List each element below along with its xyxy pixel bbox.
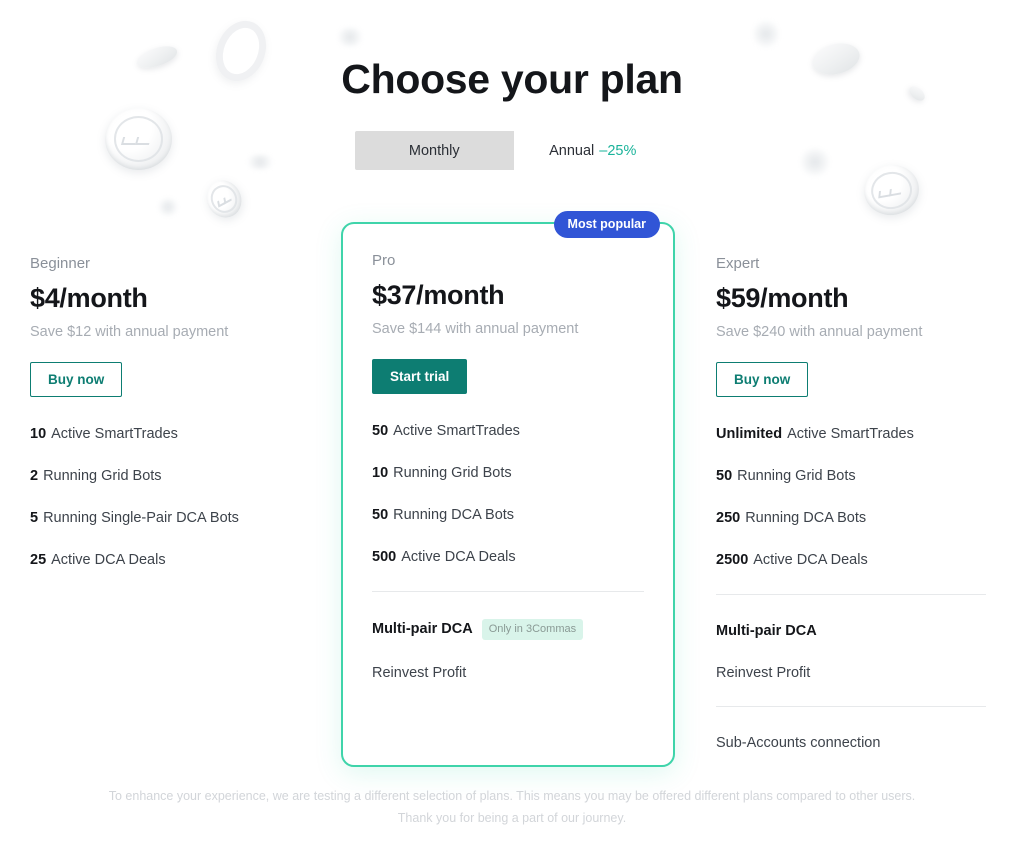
plan-savings-text: Save $240 with annual payment bbox=[716, 324, 923, 340]
page-title: Choose your plan bbox=[341, 56, 683, 102]
plan-name: Beginner bbox=[30, 255, 91, 272]
feature-label: Active DCA Deals bbox=[753, 552, 868, 569]
footer-line-1: To enhance your experience, we are testi… bbox=[108, 789, 916, 803]
feature-group-divider bbox=[716, 705, 986, 707]
plan-name: Pro bbox=[372, 252, 396, 269]
feature-item: 2500 Active DCA Deals bbox=[716, 551, 986, 569]
annual-discount-label: –25% bbox=[599, 142, 637, 159]
plan-savings-text: Save $144 with annual payment bbox=[372, 321, 579, 337]
feature-quantity: 2500 bbox=[716, 552, 749, 569]
feature-quantity: 10 bbox=[30, 426, 47, 442]
feature-quantity: 10 bbox=[372, 465, 389, 482]
plan-card-pro: Most popular Pro $37/month Save $144 wit… bbox=[341, 211, 675, 767]
feature-label: Reinvest Profit bbox=[716, 664, 811, 681]
feature-label: Active SmartTrades bbox=[51, 426, 178, 442]
feature-quantity: 2 bbox=[30, 468, 39, 485]
start-trial-button[interactable]: Start trial bbox=[372, 359, 468, 394]
feature-quantity: 50 bbox=[372, 507, 389, 524]
feature-label: Running Grid Bots bbox=[43, 468, 162, 485]
feature-item: 50 Running Grid Bots bbox=[716, 467, 986, 485]
feature-list: 50 Active SmartTrades 10 Running Grid Bo… bbox=[372, 422, 644, 682]
feature-item: Multi-pair DCA bbox=[716, 622, 986, 640]
toggle-option-annual[interactable]: Annual –25% bbox=[513, 131, 672, 170]
feature-item: 5 Running Single-Pair DCA Bots bbox=[30, 509, 300, 527]
feature-label: Active DCA Deals bbox=[401, 549, 516, 566]
feature-item: Sub-Accounts connection bbox=[716, 734, 986, 752]
feature-label: Active SmartTrades bbox=[787, 426, 914, 442]
feature-item: 10 Running Grid Bots bbox=[372, 464, 644, 482]
coin-icon bbox=[200, 174, 248, 224]
feature-label: Running Single-Pair DCA Bots bbox=[43, 510, 239, 527]
plan-card-beginner: Beginner $4/month Save $12 with annual p… bbox=[0, 222, 330, 767]
feature-item: 250 Running DCA Bots bbox=[716, 509, 986, 527]
billing-period-toggle[interactable]: Monthly Annual –25% bbox=[355, 131, 672, 170]
coin-blur-dot-icon bbox=[158, 198, 178, 216]
feature-quantity: 250 bbox=[716, 510, 741, 527]
plan-card-expert: Expert $59/month Save $240 with annual p… bbox=[686, 222, 1016, 767]
exclusive-tag: Only in 3Commas bbox=[481, 618, 584, 641]
status-badge-most-popular: Most popular bbox=[553, 211, 660, 238]
feature-item: Unlimited Active SmartTrades bbox=[716, 425, 986, 443]
feature-quantity: Unlimited bbox=[716, 426, 783, 442]
feature-label: Sub-Accounts connection bbox=[716, 734, 881, 751]
footer-disclaimer: To enhance your experience, we are testi… bbox=[0, 786, 1024, 830]
feature-item: Reinvest Profit bbox=[716, 664, 986, 682]
coin-blur-dot-icon bbox=[336, 28, 364, 46]
feature-item: 50 Active SmartTrades bbox=[372, 422, 644, 440]
plan-columns: Beginner $4/month Save $12 with annual p… bbox=[0, 211, 1024, 767]
coin-icon bbox=[860, 160, 923, 220]
feature-label: Running DCA Bots bbox=[393, 507, 515, 524]
feature-label: Running Grid Bots bbox=[737, 468, 856, 485]
feature-label: Active SmartTrades bbox=[393, 423, 520, 439]
buy-now-button[interactable]: Buy now bbox=[30, 362, 123, 397]
feature-label: Active DCA Deals bbox=[51, 552, 166, 569]
feature-quantity: Multi-pair DCA bbox=[372, 621, 473, 638]
feature-quantity: 500 bbox=[372, 549, 397, 566]
plan-price: $37/month bbox=[372, 280, 505, 310]
feature-label: Running Grid Bots bbox=[393, 465, 512, 482]
toggle-monthly-label: Monthly bbox=[408, 142, 460, 159]
feature-item: 500 Active DCA Deals bbox=[372, 548, 644, 566]
coin-icon bbox=[105, 108, 172, 170]
plan-name: Expert bbox=[716, 255, 760, 272]
toggle-option-monthly[interactable]: Monthly bbox=[355, 131, 514, 170]
plan-price: $59/month bbox=[716, 283, 849, 313]
footer-line-2: Thank you for being a part of our journe… bbox=[397, 810, 627, 825]
buy-now-button[interactable]: Buy now bbox=[716, 362, 809, 397]
feature-group-divider bbox=[716, 593, 986, 595]
coin-blur-dot-icon bbox=[245, 155, 275, 169]
feature-label: Running DCA Bots bbox=[745, 510, 867, 527]
plan-savings-text: Save $12 with annual payment bbox=[30, 324, 229, 340]
feature-item: Multi-pair DCA Only in 3Commas bbox=[372, 618, 644, 641]
feature-quantity: 25 bbox=[30, 552, 47, 569]
feature-item: Reinvest Profit bbox=[372, 664, 644, 682]
plan-price: $4/month bbox=[30, 283, 148, 313]
feature-item: 25 Active DCA Deals bbox=[30, 551, 300, 569]
feature-quantity: 5 bbox=[30, 510, 39, 527]
coin-blur-dot-icon bbox=[753, 20, 779, 48]
toggle-annual-label: Annual bbox=[549, 142, 595, 159]
feature-item: 2 Running Grid Bots bbox=[30, 467, 300, 485]
coin-blur-dot-icon bbox=[800, 148, 830, 176]
feature-item: 10 Active SmartTrades bbox=[30, 425, 300, 443]
feature-label: Reinvest Profit bbox=[372, 665, 467, 682]
feature-group-divider bbox=[372, 590, 644, 592]
feature-list: Unlimited Active SmartTrades 50 Running … bbox=[716, 425, 986, 752]
feature-quantity: 50 bbox=[716, 468, 733, 485]
feature-list: 10 Active SmartTrades 2 Running Grid Bot… bbox=[30, 425, 300, 570]
pricing-page: Choose your plan Monthly Annual –25% Beg… bbox=[0, 0, 1024, 862]
feature-quantity: Multi-pair DCA bbox=[716, 622, 817, 639]
feature-quantity: 50 bbox=[372, 423, 389, 439]
feature-item: 50 Running DCA Bots bbox=[372, 506, 644, 524]
